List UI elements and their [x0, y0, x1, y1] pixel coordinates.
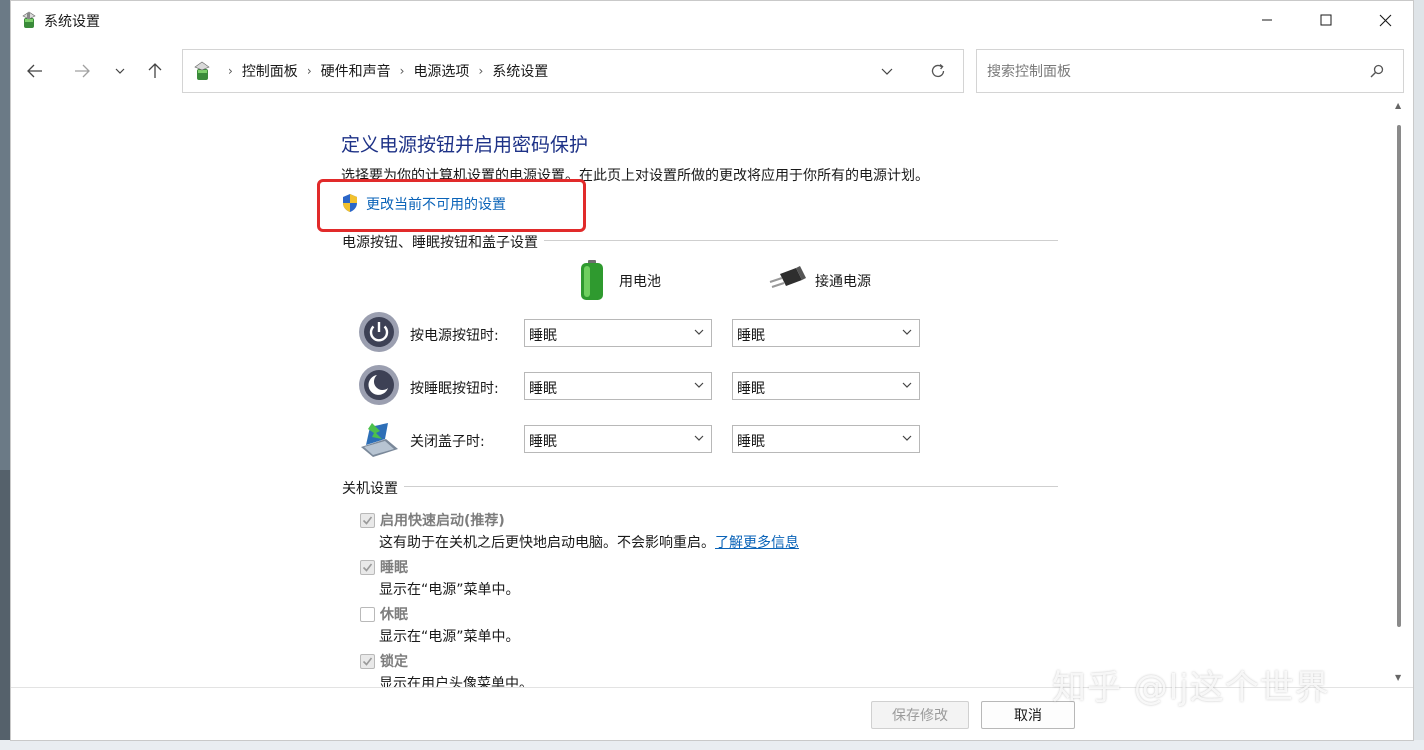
desktop-background-bottom: [0, 740, 1424, 750]
lock-description: 显示在用户头像菜单中。: [379, 676, 533, 687]
breadcrumb-separator[interactable]: ›: [307, 64, 312, 78]
forward-button[interactable]: [68, 57, 96, 85]
power-button-icon: [359, 312, 399, 352]
main-content: 定义电源按钮并启用密码保护 选择要为你的计算机设置的电源设置。在此页上对设置所做…: [11, 101, 1391, 687]
system-settings-window: 系统设置 › 控制面板 › 硬件和声音 › 电源选项 › 系统设置 搜索控制面板…: [10, 0, 1414, 741]
maximize-button[interactable]: [1297, 1, 1355, 39]
fast-startup-description-text: 这有助于在关机之后更快地启动电脑。不会影响重启。: [379, 535, 715, 551]
search-icon[interactable]: [1367, 61, 1387, 81]
title-bar: 系统设置: [11, 1, 1413, 39]
close-lid-plugged-select[interactable]: 睡眠: [732, 425, 920, 453]
breadcrumb-separator[interactable]: ›: [400, 64, 405, 78]
select-value: 睡眠: [737, 328, 765, 344]
page-title: 定义电源按钮并启用密码保护: [341, 134, 589, 156]
chevron-down-icon: [115, 68, 125, 74]
control-panel-icon: [194, 61, 210, 80]
address-dropdown-button[interactable]: [875, 60, 899, 82]
close-lid-label: 关闭盖子时:: [410, 434, 485, 450]
hibernate-checkbox[interactable]: [360, 607, 375, 622]
watermark-text: 知乎 @lj这个世界: [1052, 668, 1330, 708]
lock-label: 锁定: [380, 654, 408, 670]
recent-locations-button[interactable]: [106, 57, 134, 85]
hibernate-description: 显示在“电源”菜单中。: [379, 629, 520, 645]
chevron-down-icon: [694, 329, 704, 335]
sleep-button-plugged-select[interactable]: 睡眠: [732, 372, 920, 400]
search-box[interactable]: [976, 49, 1404, 93]
desktop-background-left: [0, 470, 10, 750]
breadcrumb: › 控制面板 › 硬件和声音 › 电源选项 › 系统设置: [219, 50, 548, 92]
maximize-icon: [1320, 14, 1332, 26]
desktop-background-right: [1414, 0, 1424, 750]
close-icon: [1379, 14, 1391, 26]
select-value: 睡眠: [529, 328, 557, 344]
fast-startup-label: 启用快速启动(推荐): [380, 513, 505, 529]
save-changes-button[interactable]: 保存修改: [871, 701, 969, 729]
arrow-right-icon: [75, 64, 90, 78]
chevron-down-icon: [902, 435, 912, 441]
up-button[interactable]: [141, 57, 169, 85]
search-input[interactable]: [985, 60, 1359, 84]
minimize-icon: [1262, 19, 1272, 21]
chevron-down-icon: [881, 68, 893, 75]
refresh-icon: [931, 63, 945, 78]
fast-startup-description: 这有助于在关机之后更快地启动电脑。不会影响重启。了解更多信息: [379, 532, 799, 552]
checkmark-icon: [362, 563, 373, 572]
chevron-down-icon: [694, 435, 704, 441]
breadcrumb-item-system-settings[interactable]: 系统设置: [492, 61, 548, 81]
breadcrumb-separator: ›: [228, 64, 233, 78]
section-divider: [342, 486, 1058, 487]
refresh-button[interactable]: [925, 59, 951, 83]
scrollbar-thumb[interactable]: [1397, 125, 1401, 627]
lock-checkbox[interactable]: [360, 654, 375, 669]
power-plug-icon: [769, 266, 806, 288]
hibernate-label: 休眠: [380, 607, 408, 623]
learn-more-link[interactable]: 了解更多信息: [715, 535, 799, 551]
scroll-up-icon[interactable]: ▲: [1395, 101, 1401, 110]
select-value: 睡眠: [529, 381, 557, 397]
sleep-button-icon: [359, 365, 399, 405]
sleep-button-battery-select[interactable]: 睡眠: [524, 372, 712, 400]
select-value: 睡眠: [529, 434, 557, 450]
shutdown-section-heading: 关机设置: [342, 478, 404, 498]
sleep-button-label: 按睡眠按钮时:: [410, 381, 499, 397]
select-value: 睡眠: [737, 434, 765, 450]
breadcrumb-item-control-panel[interactable]: 控制面板: [242, 61, 298, 81]
power-button-plugged-select[interactable]: 睡眠: [732, 319, 920, 347]
sleep-description: 显示在“电源”菜单中。: [379, 582, 520, 598]
arrow-up-icon: [148, 63, 162, 78]
checkmark-icon: [362, 516, 373, 525]
power-button-label: 按电源按钮时:: [410, 328, 499, 344]
sleep-checkbox[interactable]: [360, 560, 375, 575]
address-bar[interactable]: › 控制面板 › 硬件和声音 › 电源选项 › 系统设置: [182, 49, 964, 93]
back-button[interactable]: [21, 57, 49, 85]
plugged-in-column-header: 接通电源: [815, 274, 871, 290]
power-section-heading: 电源按钮、睡眠按钮和盖子设置: [342, 232, 544, 252]
battery-column-header: 用电池: [619, 274, 661, 290]
breadcrumb-item-power-options[interactable]: 电源选项: [413, 61, 469, 81]
laptop-lid-icon: [361, 423, 398, 457]
close-button[interactable]: [1356, 1, 1413, 39]
arrow-left-icon: [27, 64, 42, 78]
battery-icon: [581, 260, 603, 300]
select-value: 睡眠: [737, 381, 765, 397]
breadcrumb-separator[interactable]: ›: [478, 64, 483, 78]
fast-startup-checkbox[interactable]: [360, 513, 375, 528]
minimize-button[interactable]: [1238, 1, 1296, 39]
sleep-label: 睡眠: [380, 560, 408, 576]
highlight-annotation-box: [317, 179, 586, 232]
chevron-down-icon: [902, 329, 912, 335]
window-title: 系统设置: [44, 14, 100, 30]
chevron-down-icon: [694, 382, 704, 388]
power-button-battery-select[interactable]: 睡眠: [524, 319, 712, 347]
checkmark-icon: [362, 657, 373, 666]
control-panel-icon: [22, 11, 36, 28]
close-lid-battery-select[interactable]: 睡眠: [524, 425, 712, 453]
chevron-down-icon: [902, 382, 912, 388]
breadcrumb-item-hardware-sound[interactable]: 硬件和声音: [321, 61, 391, 81]
scroll-down-icon[interactable]: ▼: [1395, 673, 1401, 682]
